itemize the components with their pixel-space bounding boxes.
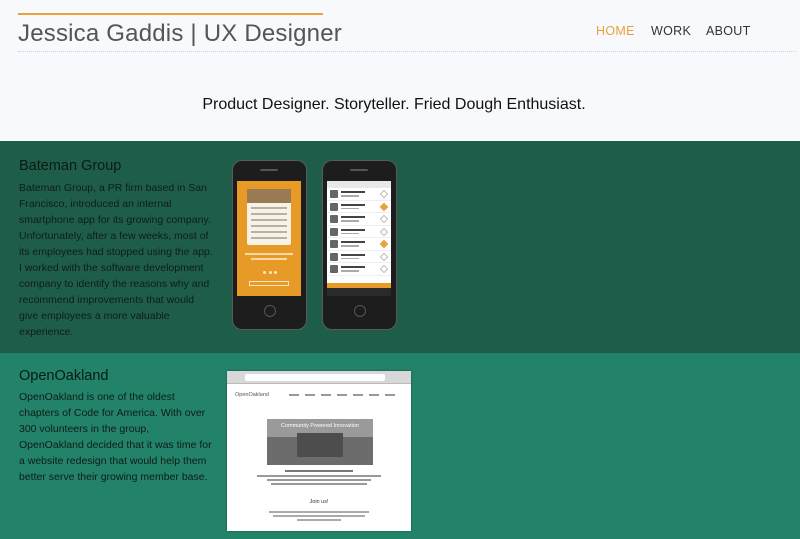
tagline: Product Designer. Storyteller. Fried Dou… [202,96,586,113]
preview-hero-caption: Community Powered Innovation [281,423,359,429]
phone-mockup-welcome [232,160,307,330]
project-description: Bateman Group, a PR firm based in San Fr… [19,182,213,338]
website-screenshot: OpenOakland Community Powered Innovation… [227,371,411,531]
phone-home-button [354,305,366,317]
phone-screen-welcome [237,181,301,296]
phone-home-button [264,305,276,317]
site-brand[interactable]: Jessica Gaddis | UX Designer [18,20,342,48]
preview-hero-image: Community Powered Innovation [267,419,373,465]
browser-chrome [227,371,411,384]
project-title[interactable]: OpenOakland [19,368,108,384]
nav-home[interactable]: HOME [596,24,635,38]
site-header: Jessica Gaddis | UX Designer HOME WORK A… [0,0,800,55]
nav-about[interactable]: ABOUT [706,24,751,38]
project-bateman-group[interactable]: Bateman Group Bateman Group, a PR firm b… [0,141,800,353]
project-description: OpenOakland is one of the oldest chapter… [19,391,212,483]
nav-work[interactable]: WORK [651,24,691,38]
brand-accent-line [18,13,323,15]
project-openoakland[interactable]: OpenOakland OpenOakland is one of the ol… [0,353,800,539]
phone-screen-directory [327,181,391,296]
preview-join-heading: Join us! [309,499,329,505]
phone-mockup-directory [322,160,397,330]
project-title[interactable]: Bateman Group [19,158,121,174]
preview-logo: OpenOakland [235,392,269,398]
header-divider [18,51,796,52]
